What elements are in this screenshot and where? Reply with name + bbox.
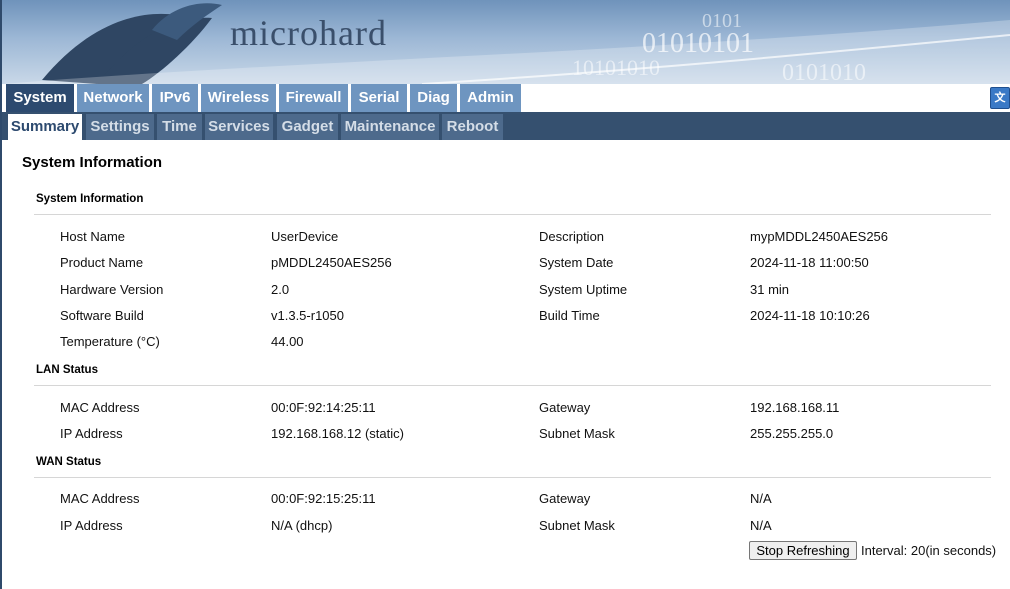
binary-decoration: 10101010 bbox=[572, 55, 660, 80]
subtab-gadget[interactable]: Gadget bbox=[277, 114, 338, 140]
wan-gateway-label: Gateway bbox=[539, 491, 591, 506]
lan-mac-label: MAC Address bbox=[60, 400, 140, 415]
tab-ipv6[interactable]: IPv6 bbox=[152, 84, 198, 112]
tab-system[interactable]: System bbox=[6, 84, 74, 112]
tab-admin[interactable]: Admin bbox=[460, 84, 521, 112]
refresh-interval-text: Interval: 20(in seconds) bbox=[861, 543, 997, 558]
lan-subnet-label: Subnet Mask bbox=[539, 426, 615, 441]
tab-diag[interactable]: Diag bbox=[410, 84, 457, 112]
hardware-version-value: 2.0 bbox=[271, 282, 290, 297]
temperature-value: 44.00 bbox=[271, 334, 304, 349]
tab-serial[interactable]: Serial bbox=[351, 84, 407, 112]
wan-subnet-value: N/A bbox=[750, 518, 772, 533]
lan-subnet-value: 255.255.255.0 bbox=[750, 426, 834, 441]
system-uptime-value: 31 min bbox=[750, 282, 790, 297]
temperature-label: Temperature (°C) bbox=[60, 334, 160, 349]
subtab-reboot[interactable]: Reboot bbox=[442, 114, 503, 140]
sub-nav: Summary Settings Time Services Gadget Ma… bbox=[2, 112, 1010, 140]
system-date-label: System Date bbox=[539, 255, 614, 270]
lan-gateway-label: Gateway bbox=[539, 400, 591, 415]
wan-gateway-value: N/A bbox=[750, 491, 772, 506]
section-title-lan: LAN Status bbox=[36, 364, 98, 376]
lan-mac-value: 00:0F:92:14:25:11 bbox=[271, 400, 376, 415]
brand-name: microhard bbox=[230, 13, 387, 53]
wan-ip-value: N/A (dhcp) bbox=[271, 518, 333, 533]
divider bbox=[34, 214, 991, 215]
software-build-label: Software Build bbox=[60, 308, 144, 323]
subtab-maintenance[interactable]: Maintenance bbox=[341, 114, 439, 140]
wan-mac-label: MAC Address bbox=[60, 491, 140, 506]
tab-network[interactable]: Network bbox=[77, 84, 149, 112]
divider bbox=[34, 477, 991, 478]
binary-decoration: 0101010 bbox=[782, 60, 866, 84]
lan-ip-label: IP Address bbox=[60, 426, 123, 441]
page-title: System Information bbox=[22, 154, 163, 171]
description-label: Description bbox=[539, 229, 605, 244]
product-name-value: pMDDL2450AES256 bbox=[271, 255, 392, 270]
tab-wireless[interactable]: Wireless bbox=[201, 84, 276, 112]
stop-refreshing-button[interactable]: Stop Refreshing bbox=[749, 541, 857, 560]
product-name-label: Product Name bbox=[60, 255, 144, 270]
subtab-time[interactable]: Time bbox=[157, 114, 202, 140]
lan-ip-value: 192.168.168.12 (static) bbox=[271, 426, 404, 441]
software-build-value: v1.3.5-r1050 bbox=[271, 308, 344, 323]
section-title-system: System Information bbox=[36, 193, 144, 205]
subtab-settings[interactable]: Settings bbox=[86, 114, 154, 140]
hardware-version-label: Hardware Version bbox=[60, 282, 164, 297]
system-uptime-label: System Uptime bbox=[539, 282, 628, 297]
subtab-summary[interactable]: Summary bbox=[8, 114, 82, 140]
wan-ip-label: IP Address bbox=[60, 518, 123, 533]
wan-mac-value: 00:0F:92:15:25:11 bbox=[271, 491, 376, 506]
system-date-value: 2024-11-18 11:00:50 bbox=[750, 255, 869, 270]
tab-firewall[interactable]: Firewall bbox=[279, 84, 348, 112]
main-nav: System Network IPv6 Wireless Firewall Se… bbox=[2, 84, 1010, 124]
header-banner: microhard 0101 01010101 10101010 0101010 bbox=[2, 0, 1010, 84]
host-name-value: UserDevice bbox=[271, 229, 339, 244]
build-time-value: 2024-11-18 10:10:26 bbox=[750, 308, 870, 323]
lan-gateway-value: 192.168.168.11 bbox=[750, 400, 840, 415]
wan-subnet-label: Subnet Mask bbox=[539, 518, 615, 533]
host-name-label: Host Name bbox=[60, 229, 126, 244]
description-value: mypMDDL2450AES256 bbox=[750, 229, 889, 244]
section-title-wan: WAN Status bbox=[36, 456, 102, 468]
subtab-services[interactable]: Services bbox=[205, 114, 273, 140]
build-time-label: Build Time bbox=[539, 308, 600, 323]
divider bbox=[34, 385, 991, 386]
language-translate-icon[interactable]: 文A bbox=[990, 87, 1010, 124]
